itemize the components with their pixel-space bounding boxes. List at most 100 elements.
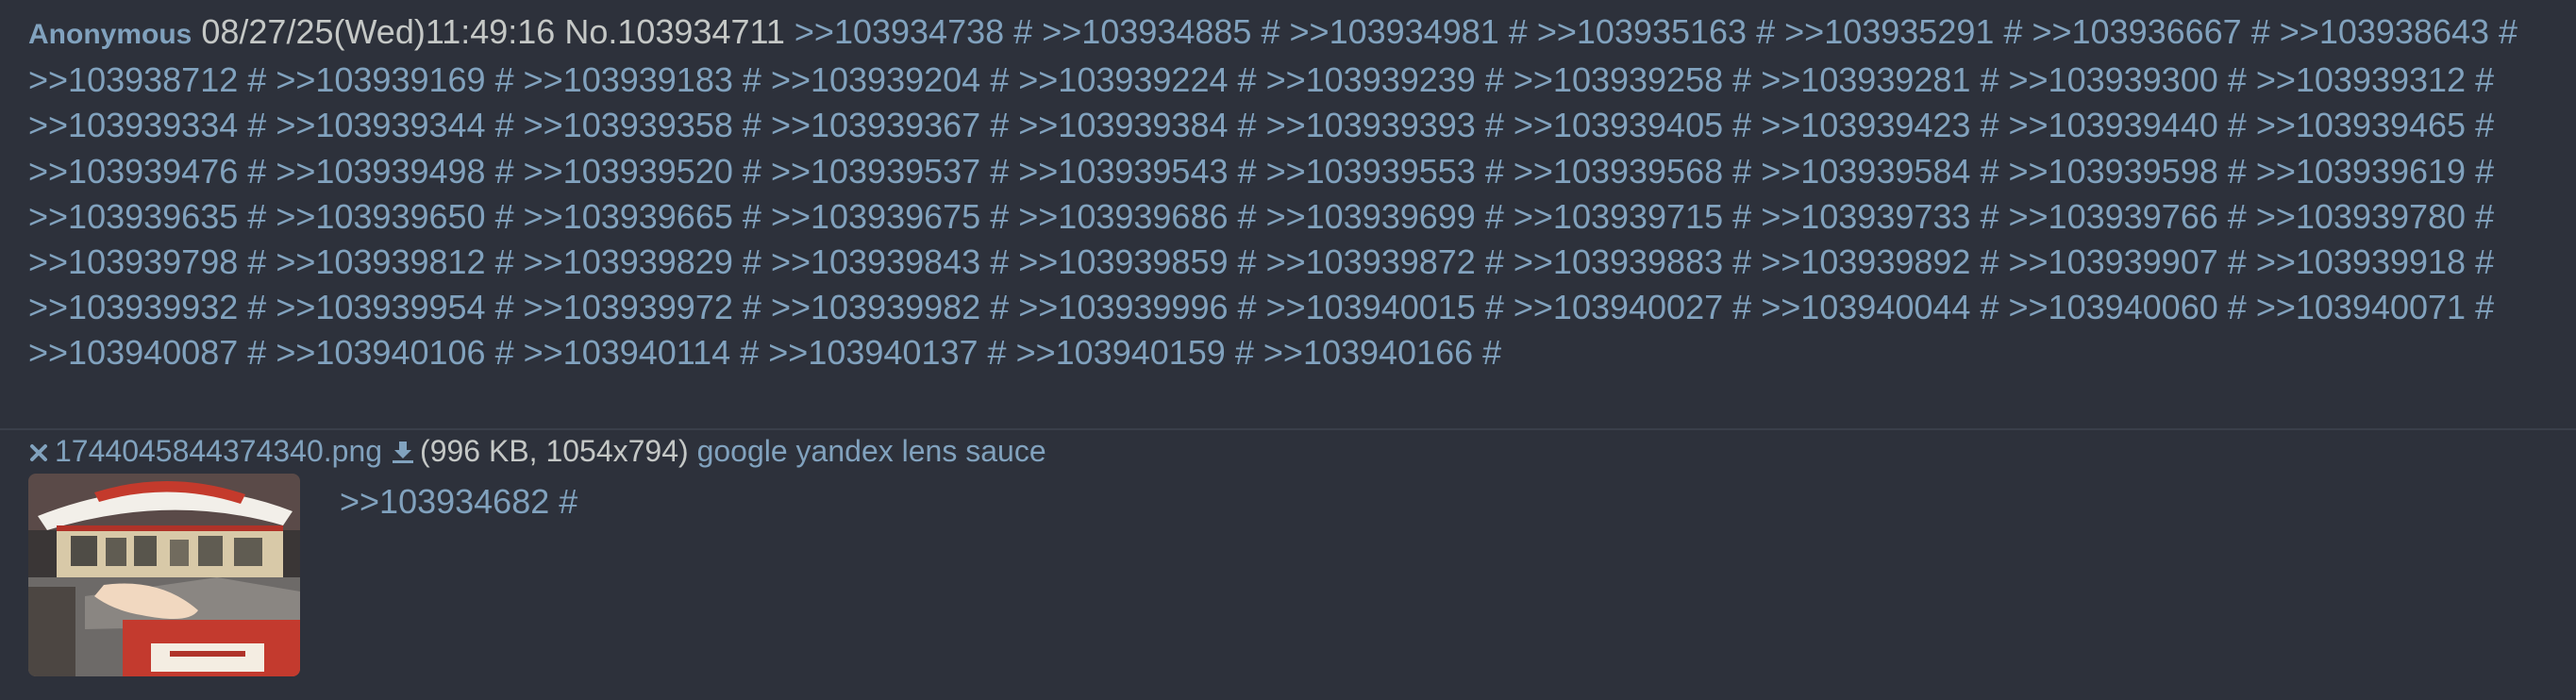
image-thumbnail[interactable] [28, 474, 300, 676]
backlink-hash[interactable]: # [1238, 60, 1257, 99]
backlink-hash[interactable]: # [990, 60, 1009, 99]
backlink-hash[interactable]: # [990, 288, 1009, 326]
backlink[interactable]: >>103939598 [2009, 152, 2218, 191]
backlink[interactable]: >>103939686 [1018, 197, 1228, 236]
file-name-link[interactable]: 1744045844374340.png [55, 434, 382, 468]
poster-name[interactable]: Anonymous [28, 19, 192, 50]
download-icon[interactable] [390, 436, 416, 463]
backlink[interactable]: >>103939918 [2256, 242, 2466, 281]
backlink[interactable]: >>103939982 [771, 288, 980, 326]
backlink-hash[interactable]: # [1238, 197, 1257, 236]
backlink[interactable]: >>103939812 [276, 242, 485, 281]
backlink[interactable]: >>103939281 [1761, 60, 1970, 99]
backlink[interactable]: >>103940087 [28, 333, 238, 372]
backlink-hash[interactable]: # [1238, 242, 1257, 281]
backlink[interactable]: >>103940114 [524, 333, 731, 372]
backlink-hash[interactable]: # [1485, 60, 1504, 99]
backlink[interactable]: >>103935291 [1784, 12, 1994, 51]
backlink[interactable]: >>103939932 [28, 288, 238, 326]
backlink[interactable]: >>103939892 [1761, 242, 1970, 281]
backlink-hash[interactable]: # [1235, 333, 1254, 372]
backlink-hash[interactable]: # [2228, 242, 2247, 281]
backlink-hash[interactable]: # [1980, 288, 1999, 326]
backlink[interactable]: >>103934981 [1290, 12, 1499, 51]
backlink[interactable]: >>103939239 [1266, 60, 1476, 99]
backlink-hash[interactable]: # [2475, 60, 2494, 99]
backlink[interactable]: >>103939568 [1514, 152, 1723, 191]
backlink-hash[interactable]: # [1732, 197, 1751, 236]
backlink[interactable]: >>103939584 [1761, 152, 1970, 191]
sauce-search-link[interactable]: sauce [965, 434, 1045, 468]
backlink-hash[interactable]: # [1482, 333, 1501, 372]
backlink-hash[interactable]: # [1238, 288, 1257, 326]
backlink-hash[interactable]: # [1485, 288, 1504, 326]
backlink[interactable]: >>103940106 [276, 333, 485, 372]
backlink[interactable]: >>103934885 [1042, 12, 1251, 51]
backlink-hash[interactable]: # [743, 152, 761, 191]
google-search-link[interactable]: google [697, 434, 788, 468]
backlink[interactable]: >>103939675 [771, 197, 980, 236]
backlink-hash[interactable]: # [495, 333, 514, 372]
backlink-hash[interactable]: # [1485, 242, 1504, 281]
backlink-hash[interactable]: # [2228, 197, 2247, 236]
backlink-hash[interactable]: # [1732, 60, 1751, 99]
backlink-hash[interactable]: # [2228, 106, 2247, 144]
backlink-hash[interactable]: # [1238, 152, 1257, 191]
backlink-hash[interactable]: # [743, 106, 761, 144]
backlink-hash[interactable]: # [990, 106, 1009, 144]
backlink-hash[interactable]: # [990, 197, 1009, 236]
backlink-hash[interactable]: # [247, 333, 266, 372]
backlink-hash[interactable]: # [247, 60, 266, 99]
backlink[interactable]: >>103936667 [2032, 12, 2241, 51]
yandex-search-link[interactable]: yandex [796, 434, 894, 468]
backlink-hash[interactable]: # [1509, 12, 1528, 51]
backlink[interactable]: >>103939859 [1018, 242, 1228, 281]
backlink[interactable]: >>103939169 [276, 60, 485, 99]
backlink-hash[interactable]: # [740, 333, 759, 372]
backlink-hash[interactable]: # [1980, 106, 1999, 144]
backlink[interactable]: >>103939553 [1266, 152, 1476, 191]
backlink-hash[interactable]: # [247, 152, 266, 191]
backlink[interactable]: >>103939334 [28, 106, 238, 144]
backlink[interactable]: >>103939384 [1018, 106, 1228, 144]
backlink[interactable]: >>103939829 [524, 242, 733, 281]
backlink-hash[interactable]: # [1732, 288, 1751, 326]
backlink[interactable]: >>103939393 [1266, 106, 1476, 144]
backlink[interactable]: >>103939224 [1018, 60, 1228, 99]
close-icon[interactable] [28, 434, 49, 461]
post-number[interactable]: No.103934711 [564, 12, 785, 51]
backlink[interactable]: >>103939423 [1761, 106, 1970, 144]
backlink[interactable]: >>103940137 [768, 333, 978, 372]
backlink-hash[interactable]: # [495, 60, 514, 99]
backlink[interactable]: >>103939258 [1514, 60, 1723, 99]
backlink-hash[interactable]: # [1980, 242, 1999, 281]
backlink-hash[interactable]: # [990, 242, 1009, 281]
backlink-hash[interactable]: # [2475, 152, 2494, 191]
backlink-hash[interactable]: # [1732, 242, 1751, 281]
backlink[interactable]: >>103939300 [2009, 60, 2218, 99]
backlink[interactable]: >>103939358 [524, 106, 733, 144]
backlink[interactable]: >>103939543 [1018, 152, 1228, 191]
backlink[interactable]: >>103939843 [771, 242, 980, 281]
backlink[interactable]: >>103939476 [28, 152, 238, 191]
backlink[interactable]: >>103939619 [2256, 152, 2466, 191]
backlink[interactable]: >>103939405 [1514, 106, 1723, 144]
backlink[interactable]: >>103939883 [1514, 242, 1723, 281]
backlink-hash[interactable]: # [743, 242, 761, 281]
backlink[interactable]: >>103939972 [524, 288, 733, 326]
backlink-hash[interactable]: # [247, 197, 266, 236]
backlink-hash[interactable]: # [1485, 106, 1504, 144]
backlink-hash[interactable]: # [1756, 12, 1775, 51]
backlink-hash[interactable]: # [988, 333, 1007, 372]
backlink[interactable]: >>103934738 [795, 12, 1004, 51]
backlink-hash[interactable]: # [1732, 106, 1751, 144]
backlink-hash[interactable]: # [2475, 106, 2494, 144]
backlink[interactable]: >>103939344 [276, 106, 485, 144]
backlink-hash[interactable]: # [1980, 152, 1999, 191]
backlink[interactable]: >>103940166 [1263, 333, 1473, 372]
backlink[interactable]: >>103939715 [1514, 197, 1723, 236]
backlink-hash[interactable]: # [1238, 106, 1257, 144]
backlink-hash[interactable]: # [495, 197, 514, 236]
backlink[interactable]: >>103939465 [2256, 106, 2466, 144]
backlink-hash[interactable]: # [1485, 152, 1504, 191]
